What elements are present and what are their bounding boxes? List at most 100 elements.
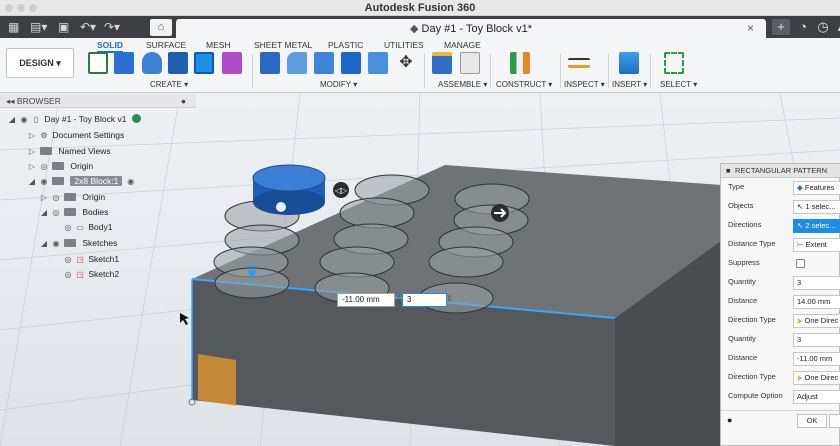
close-tab-icon[interactable]: × <box>747 21 754 35</box>
direction-type-select-1[interactable]: ⮞ One Direc <box>793 314 840 328</box>
combine-icon[interactable] <box>368 52 388 74</box>
origin-plane[interactable] <box>198 354 236 406</box>
distance-type-select[interactable]: ⊢ Extent <box>793 238 840 252</box>
tree-item-named-views[interactable]: ▷ Named Views <box>26 144 111 158</box>
new-tab-icon[interactable]: + <box>772 19 790 35</box>
tab-surface[interactable]: SURFACE <box>146 40 186 50</box>
chamfer-icon[interactable] <box>314 52 334 74</box>
eye-icon[interactable]: ◉ <box>18 113 30 127</box>
tab-sheet-metal[interactable]: SHEET METAL <box>254 40 312 50</box>
home-tab[interactable]: ⌂ <box>150 19 172 36</box>
grid-menu-icon[interactable]: ▦ <box>8 20 19 34</box>
press-pull-icon[interactable] <box>260 52 280 74</box>
direction-arrow-handle[interactable]: ◁▷ <box>333 182 349 198</box>
expand-icon[interactable]: ▷ <box>38 191 50 205</box>
construct-menu[interactable]: CONSTRUCT ▾ <box>496 80 552 89</box>
assemble-menu[interactable]: ASSEMBLE ▾ <box>438 80 487 89</box>
ok-button[interactable]: OK <box>797 414 827 428</box>
browser-menu-icon[interactable]: ● <box>181 94 186 108</box>
job-status-icon[interactable]: ◔ <box>794 19 812 35</box>
measure-icon[interactable] <box>568 58 590 68</box>
redo-icon[interactable]: ↷▾ <box>104 20 120 34</box>
expand-icon[interactable]: ▷ <box>26 160 38 174</box>
suppress-checkbox[interactable] <box>796 259 805 268</box>
document-tab[interactable]: ◆ Day #1 - Toy Block v1* × <box>176 19 766 38</box>
fillet-icon[interactable] <box>287 52 307 74</box>
expand-icon[interactable]: ▷ <box>26 145 38 159</box>
file-menu-icon[interactable]: ▤▾ <box>30 20 47 34</box>
pattern-icon[interactable] <box>194 52 214 74</box>
dialog-title-bar[interactable]: ■ RECTANGULAR PATTERN <box>721 164 840 178</box>
eye-hidden-icon[interactable]: ◎ <box>50 206 62 220</box>
tree-item-component-origin[interactable]: ▷ ◎ Origin <box>38 190 105 204</box>
eye-icon[interactable]: ◉ <box>38 175 50 189</box>
tree-item-bodies[interactable]: ◢ ◎ Bodies <box>38 205 108 219</box>
inspect-menu[interactable]: INSPECT ▾ <box>564 80 605 89</box>
collapse-browser-icon[interactable]: ◂◂ <box>6 96 15 106</box>
eye-hidden-icon[interactable]: ◎ <box>62 221 74 235</box>
modify-menu[interactable]: MODIFY ▾ <box>320 80 357 89</box>
joint-icon[interactable] <box>460 52 480 74</box>
insert-canvas-icon[interactable] <box>619 52 639 74</box>
tree-item-sketch2[interactable]: ◎ ◳ Sketch2 <box>62 267 120 282</box>
eye-hidden-icon[interactable]: ◎ <box>50 191 62 205</box>
collapse-icon[interactable]: ◢ <box>26 175 38 189</box>
undo-icon[interactable]: ↶▾ <box>80 20 96 34</box>
window-select-icon[interactable] <box>664 52 684 74</box>
type-select[interactable]: ◆ Features <box>793 181 840 195</box>
shell-icon[interactable] <box>341 52 361 74</box>
eye-hidden-icon[interactable]: ◎ <box>62 253 74 267</box>
save-icon[interactable]: ▣ <box>58 20 69 34</box>
selected-stud[interactable] <box>252 164 326 215</box>
expand-icon[interactable]: ▷ <box>26 129 38 143</box>
eye-hidden-icon[interactable]: ◎ <box>38 160 50 174</box>
quantity-stepper-icon[interactable]: ⇕ <box>446 294 453 303</box>
distance-field-1[interactable]: 14.00 mm <box>793 295 840 309</box>
workspace-switcher[interactable]: DESIGN ▾ <box>6 48 74 78</box>
info-icon[interactable]: ● <box>727 415 732 425</box>
tab-mesh[interactable]: MESH <box>206 40 231 50</box>
activate-icon[interactable] <box>131 114 141 123</box>
collapse-icon[interactable]: ◢ <box>38 237 50 251</box>
new-component-icon[interactable] <box>432 52 452 74</box>
offset-plane-icon[interactable] <box>510 52 530 74</box>
expand-icon[interactable]: ◢ <box>6 113 18 127</box>
browser-header[interactable]: ◂◂ BROWSER ● <box>0 94 196 108</box>
eye-icon[interactable]: ◉ <box>50 237 62 251</box>
extrude-icon[interactable] <box>114 52 134 74</box>
tree-item-root[interactable]: ◢ ◉ ▯ Day #1 - Toy Block v1 <box>6 112 141 126</box>
tree-item-sketch1[interactable]: ◎ ◳ Sketch1 <box>62 252 120 267</box>
eye-hidden-icon[interactable]: ◎ <box>62 268 74 282</box>
cancel-button[interactable] <box>829 414 840 428</box>
quantity-field-1[interactable]: 3 <box>793 276 840 290</box>
compute-option-select[interactable]: Adjust <box>793 390 840 404</box>
tree-item-body1[interactable]: ◎ ▭ Body1 <box>62 220 113 235</box>
hole-icon[interactable] <box>168 52 188 74</box>
insert-menu[interactable]: INSERT ▾ <box>612 80 647 89</box>
tree-item-document-settings[interactable]: ▷ ⚙ Document Settings <box>26 128 124 142</box>
revolve-icon[interactable] <box>142 52 162 74</box>
tree-item-component[interactable]: ◢ ◉ 2x8 Block:1 ◉ <box>26 174 137 188</box>
direction-arrow-right[interactable] <box>491 204 509 222</box>
create-menu[interactable]: CREATE ▾ <box>150 80 188 89</box>
create-sketch-icon[interactable] <box>88 52 108 74</box>
tree-item-origin[interactable]: ▷ ◎ Origin <box>26 159 93 173</box>
tab-manage[interactable]: MANAGE <box>444 40 481 50</box>
direction-type-select-2[interactable]: ⮞ One Direc <box>793 371 840 385</box>
clock-icon[interactable]: ◷ <box>814 19 832 35</box>
distance-input[interactable]: -11.00 mm <box>337 293 395 307</box>
select-menu[interactable]: SELECT ▾ <box>660 80 697 89</box>
distance-field-2[interactable]: -11.00 mm <box>793 352 840 366</box>
tab-utilities[interactable]: UTILITIES <box>384 40 424 50</box>
tab-plastic[interactable]: PLASTIC <box>328 40 363 50</box>
directions-selector[interactable]: ↖ 2 selec... <box>793 219 840 233</box>
create-form-icon[interactable] <box>222 52 242 74</box>
notifications-icon[interactable]: ▴ <box>832 19 840 35</box>
quantity-field-2[interactable]: 3 <box>793 333 840 347</box>
collapse-icon[interactable]: ◢ <box>38 206 50 220</box>
radio-activate-icon[interactable]: ◉ <box>125 175 137 189</box>
move-icon[interactable]: ✥ <box>396 52 416 74</box>
quantity-input[interactable]: 3 <box>402 293 447 307</box>
tree-item-sketches[interactable]: ◢ ◉ Sketches <box>38 236 117 250</box>
objects-selector[interactable]: ↖ 1 selec... <box>793 200 840 214</box>
